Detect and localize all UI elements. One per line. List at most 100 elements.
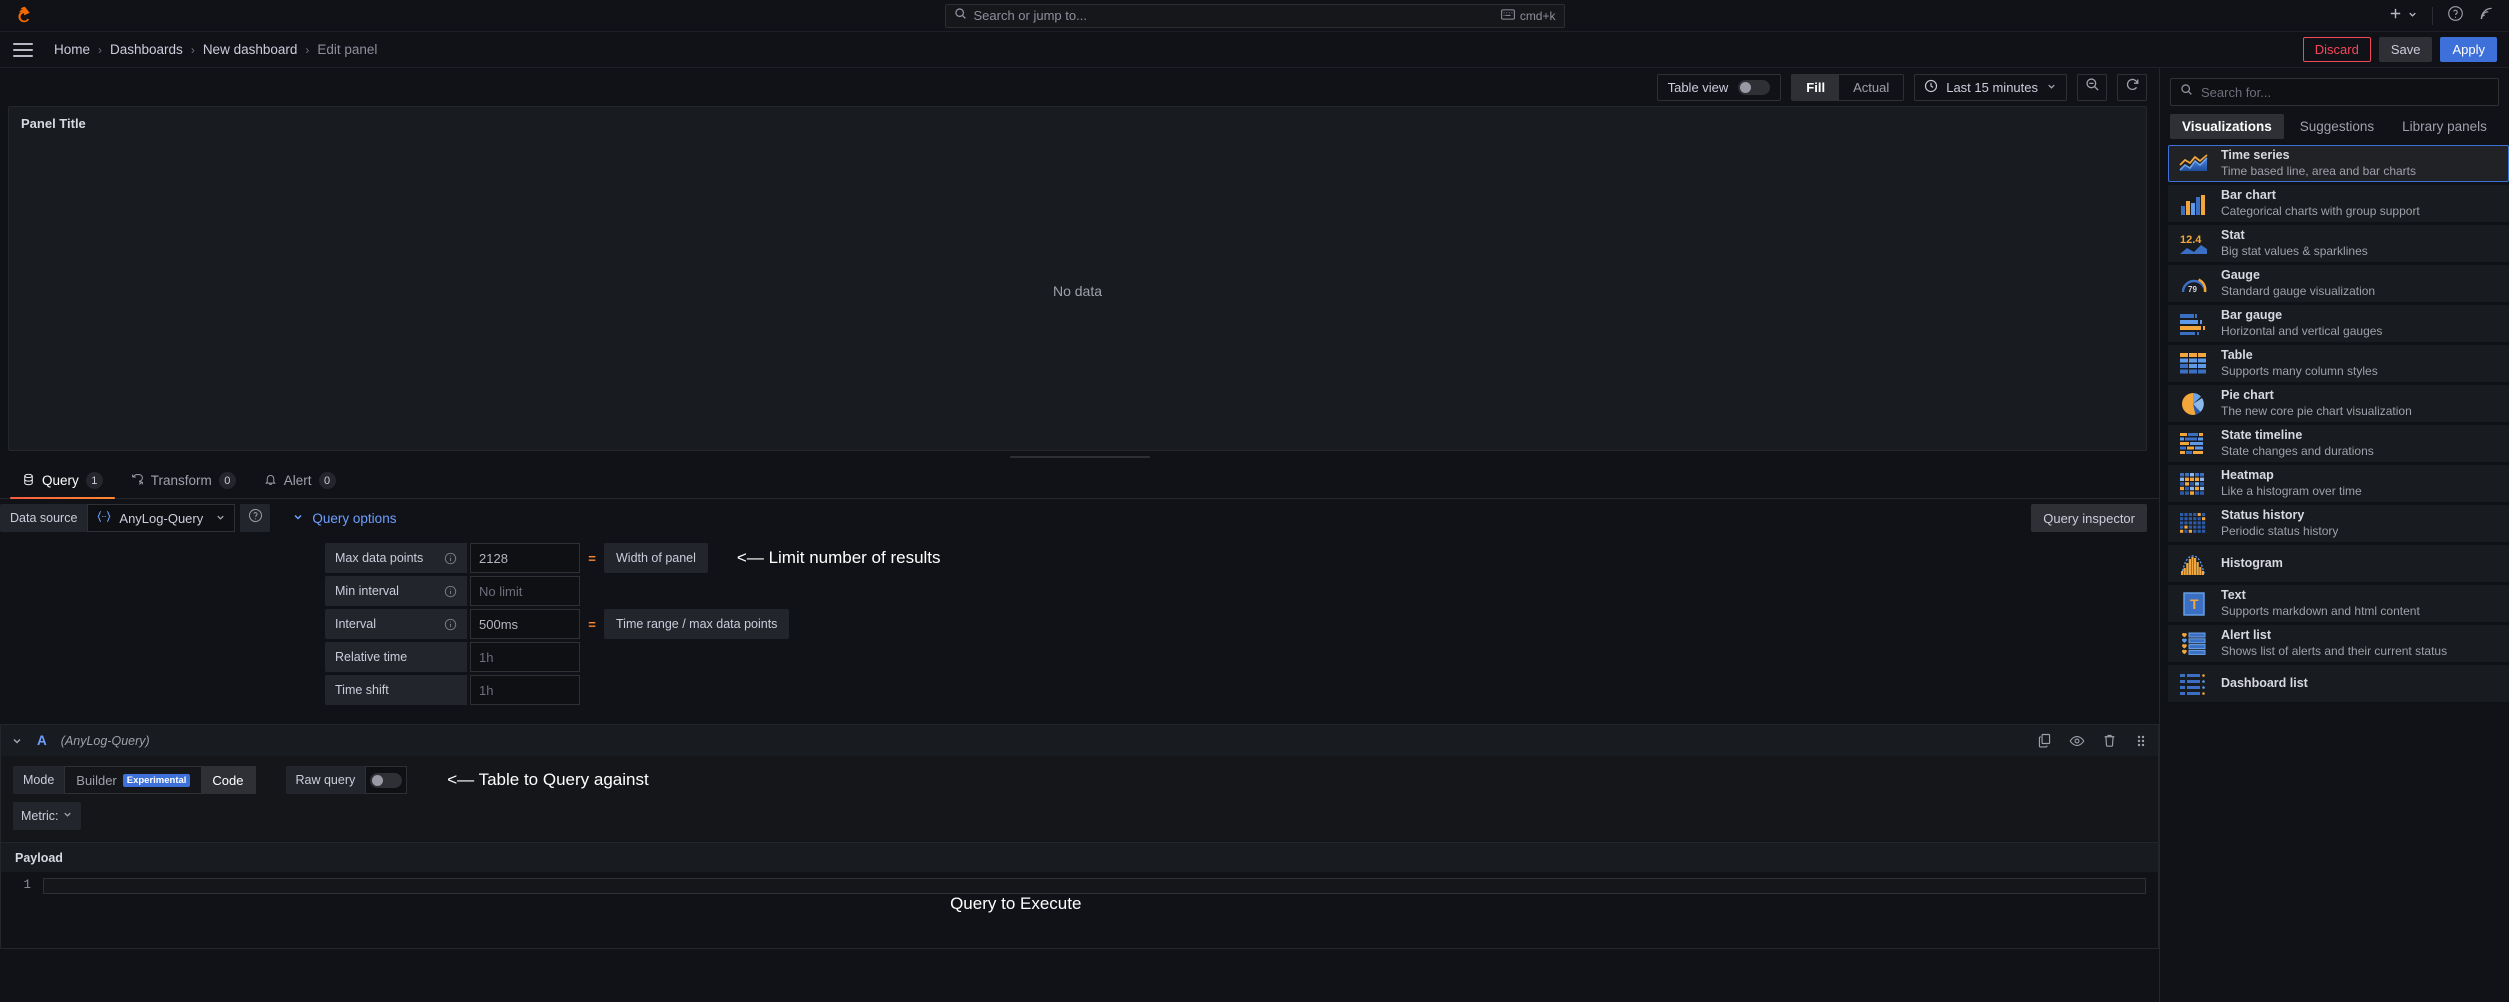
viz-item-text: Bar gauge Horizontal and vertical gauges [2221, 308, 2382, 339]
table-view-toggle[interactable] [1738, 79, 1771, 95]
viz-item-bar-chart[interactable]: Bar chart Categorical charts with group … [2168, 185, 2509, 222]
fill-option[interactable]: Fill [1792, 74, 1840, 100]
tab-alert[interactable]: Alert 0 [252, 463, 348, 498]
bar-gauge-icon [2179, 311, 2209, 337]
panel-edit-tabs: Query 1 Transform 0 Alert 0 [0, 463, 2159, 499]
query-option-row: Max data points 2128 = Width of panel <—… [325, 543, 2159, 573]
info-circle-icon[interactable] [444, 552, 457, 565]
refresh-button[interactable] [2117, 73, 2147, 101]
viz-search-input[interactable]: Search for... [2170, 78, 2499, 106]
hamburger-menu-icon[interactable] [10, 37, 36, 63]
apply-button[interactable]: Apply [2440, 37, 2497, 62]
time-shift-input[interactable]: 1h [470, 675, 580, 705]
code-line-input[interactable] [43, 878, 2146, 894]
pie-chart-icon [2179, 391, 2209, 417]
metric-select[interactable]: Metric: [13, 802, 81, 830]
query-inspector-button[interactable]: Query inspector [2031, 504, 2147, 532]
search-shortcut-label: cmd+k [1519, 8, 1556, 23]
panel-preview-toolbar: Table view Fill Actual Last 15 minutes [0, 68, 2159, 106]
eye-icon[interactable] [2069, 733, 2085, 749]
help-button[interactable] [2447, 5, 2464, 27]
heatmap-icon [2179, 471, 2209, 497]
panel-preview: Panel Title No data [8, 106, 2147, 451]
info-circle-icon[interactable] [444, 585, 457, 598]
global-search-input[interactable]: Search or jump to... cmd+k [944, 3, 1565, 28]
refresh-icon [2125, 77, 2140, 97]
viz-item-gauge[interactable]: 79 Gauge Standard gauge visualization [2168, 265, 2509, 302]
top-navigation-bar: Search or jump to... cmd+k [0, 0, 2509, 32]
tab-visualizations[interactable]: Visualizations [2170, 114, 2284, 139]
viz-item-table[interactable]: Table Supports many column styles [2168, 345, 2509, 382]
viz-item-time-series[interactable]: Time series Time based line, area and ba… [2168, 145, 2509, 182]
breadcrumb-item-home[interactable]: Home [54, 42, 90, 57]
query-options-toggle[interactable]: Query options [292, 511, 396, 526]
tab-transform[interactable]: Transform 0 [119, 463, 248, 498]
min-interval-label: Min interval [325, 576, 467, 606]
time-range-label: Last 15 minutes [1946, 79, 2038, 95]
viz-item-dashboard-list[interactable]: Dashboard list [2168, 665, 2509, 702]
relative-time-input[interactable]: 1h [470, 642, 580, 672]
raw-query-switch[interactable] [370, 772, 403, 788]
query-ref-id[interactable]: A [37, 733, 47, 748]
viz-item-text[interactable]: T Text Supports markdown and html conten… [2168, 585, 2509, 622]
viz-item-desc: Horizontal and vertical gauges [2221, 323, 2383, 338]
viz-item-bar-gauge[interactable]: Bar gauge Horizontal and vertical gauges [2168, 305, 2509, 342]
pane-splitter-handle[interactable] [0, 451, 2159, 463]
visualization-list[interactable]: Time series Time based line, area and ba… [2160, 145, 2509, 1002]
viz-item-state-timeline[interactable]: State timeline State changes and duratio… [2168, 425, 2509, 462]
query-option-row: Min interval No limit [325, 576, 2159, 606]
tab-transform-label: Transform [150, 473, 212, 488]
max-data-points-input[interactable]: 2128 [470, 543, 580, 573]
datasource-help-button[interactable] [240, 504, 271, 532]
time-range-picker[interactable]: Last 15 minutes [1914, 73, 2067, 101]
viz-item-stat[interactable]: 12.4 Stat Big stat values & sparklines [2168, 225, 2509, 262]
datasource-picker[interactable]: AnyLog-Query [87, 504, 236, 532]
page-title[interactable]: Panel Title [9, 107, 2146, 131]
raw-query-toggle[interactable] [365, 766, 408, 794]
mode-builder-label: Builder [76, 772, 117, 788]
grafana-logo-icon[interactable] [12, 3, 38, 29]
viz-item-status-history[interactable]: Status history Periodic status history [2168, 505, 2509, 542]
viz-item-alert-list[interactable]: Alert list Shows list of alerts and thei… [2168, 625, 2509, 662]
viz-item-name: Heatmap [2221, 468, 2274, 483]
news-button[interactable] [2478, 5, 2495, 27]
tab-suggestions[interactable]: Suggestions [2288, 114, 2386, 139]
chevron-down-icon[interactable] [11, 735, 23, 747]
viz-item-heatmap[interactable]: Heatmap Like a histogram over time [2168, 465, 2509, 502]
viz-item-text: State timeline State changes and duratio… [2221, 428, 2374, 459]
table-view-switch[interactable]: Table view [1656, 73, 1782, 101]
tab-library-panels[interactable]: Library panels [2390, 114, 2499, 139]
query-row-actions [2037, 733, 2148, 749]
breadcrumb-item-new-dashboard[interactable]: New dashboard [203, 42, 298, 57]
actual-option[interactable]: Actual [1839, 75, 1903, 100]
search-icon [2180, 83, 2193, 101]
svg-text:12.4: 12.4 [2180, 234, 2202, 246]
info-circle-icon[interactable] [444, 618, 457, 631]
viz-item-name: Alert list [2221, 628, 2272, 643]
discard-button[interactable]: Discard [2302, 37, 2371, 62]
min-interval-input[interactable]: No limit [470, 576, 580, 606]
tab-transform-badge: 0 [218, 472, 236, 489]
chevron-down-icon [2407, 7, 2418, 25]
breadcrumb-item-dashboards[interactable]: Dashboards [110, 42, 183, 57]
copy-icon[interactable] [2037, 733, 2052, 748]
viz-item-histogram[interactable]: Histogram [2168, 545, 2509, 582]
tab-query[interactable]: Query 1 [10, 463, 115, 499]
trash-icon[interactable] [2102, 733, 2117, 748]
viz-sidebar-tabs: Visualizations Suggestions Library panel… [2160, 114, 2509, 145]
viz-item-text: Pie chart The new core pie chart visuali… [2221, 388, 2412, 419]
zoom-out-button[interactable] [2077, 73, 2107, 101]
viz-item-name: Stat [2221, 228, 2245, 243]
mode-builder-option[interactable]: Builder Experimental [65, 767, 201, 793]
save-button[interactable]: Save [2378, 37, 2433, 62]
viz-item-pie-chart[interactable]: Pie chart The new core pie chart visuali… [2168, 385, 2509, 422]
mode-code-option[interactable]: Code [201, 767, 255, 793]
global-search-placeholder: Search or jump to... [973, 8, 1087, 23]
interval-text: Interval [335, 617, 376, 631]
drag-handle-icon[interactable] [2134, 734, 2148, 748]
viz-item-name: Bar chart [2221, 188, 2276, 203]
create-new-button[interactable] [2388, 6, 2418, 26]
payload-code-editor[interactable]: 1 Query to Execute [1, 872, 2158, 948]
clock-icon [1924, 79, 1938, 96]
time-shift-label: Time shift [325, 675, 467, 705]
